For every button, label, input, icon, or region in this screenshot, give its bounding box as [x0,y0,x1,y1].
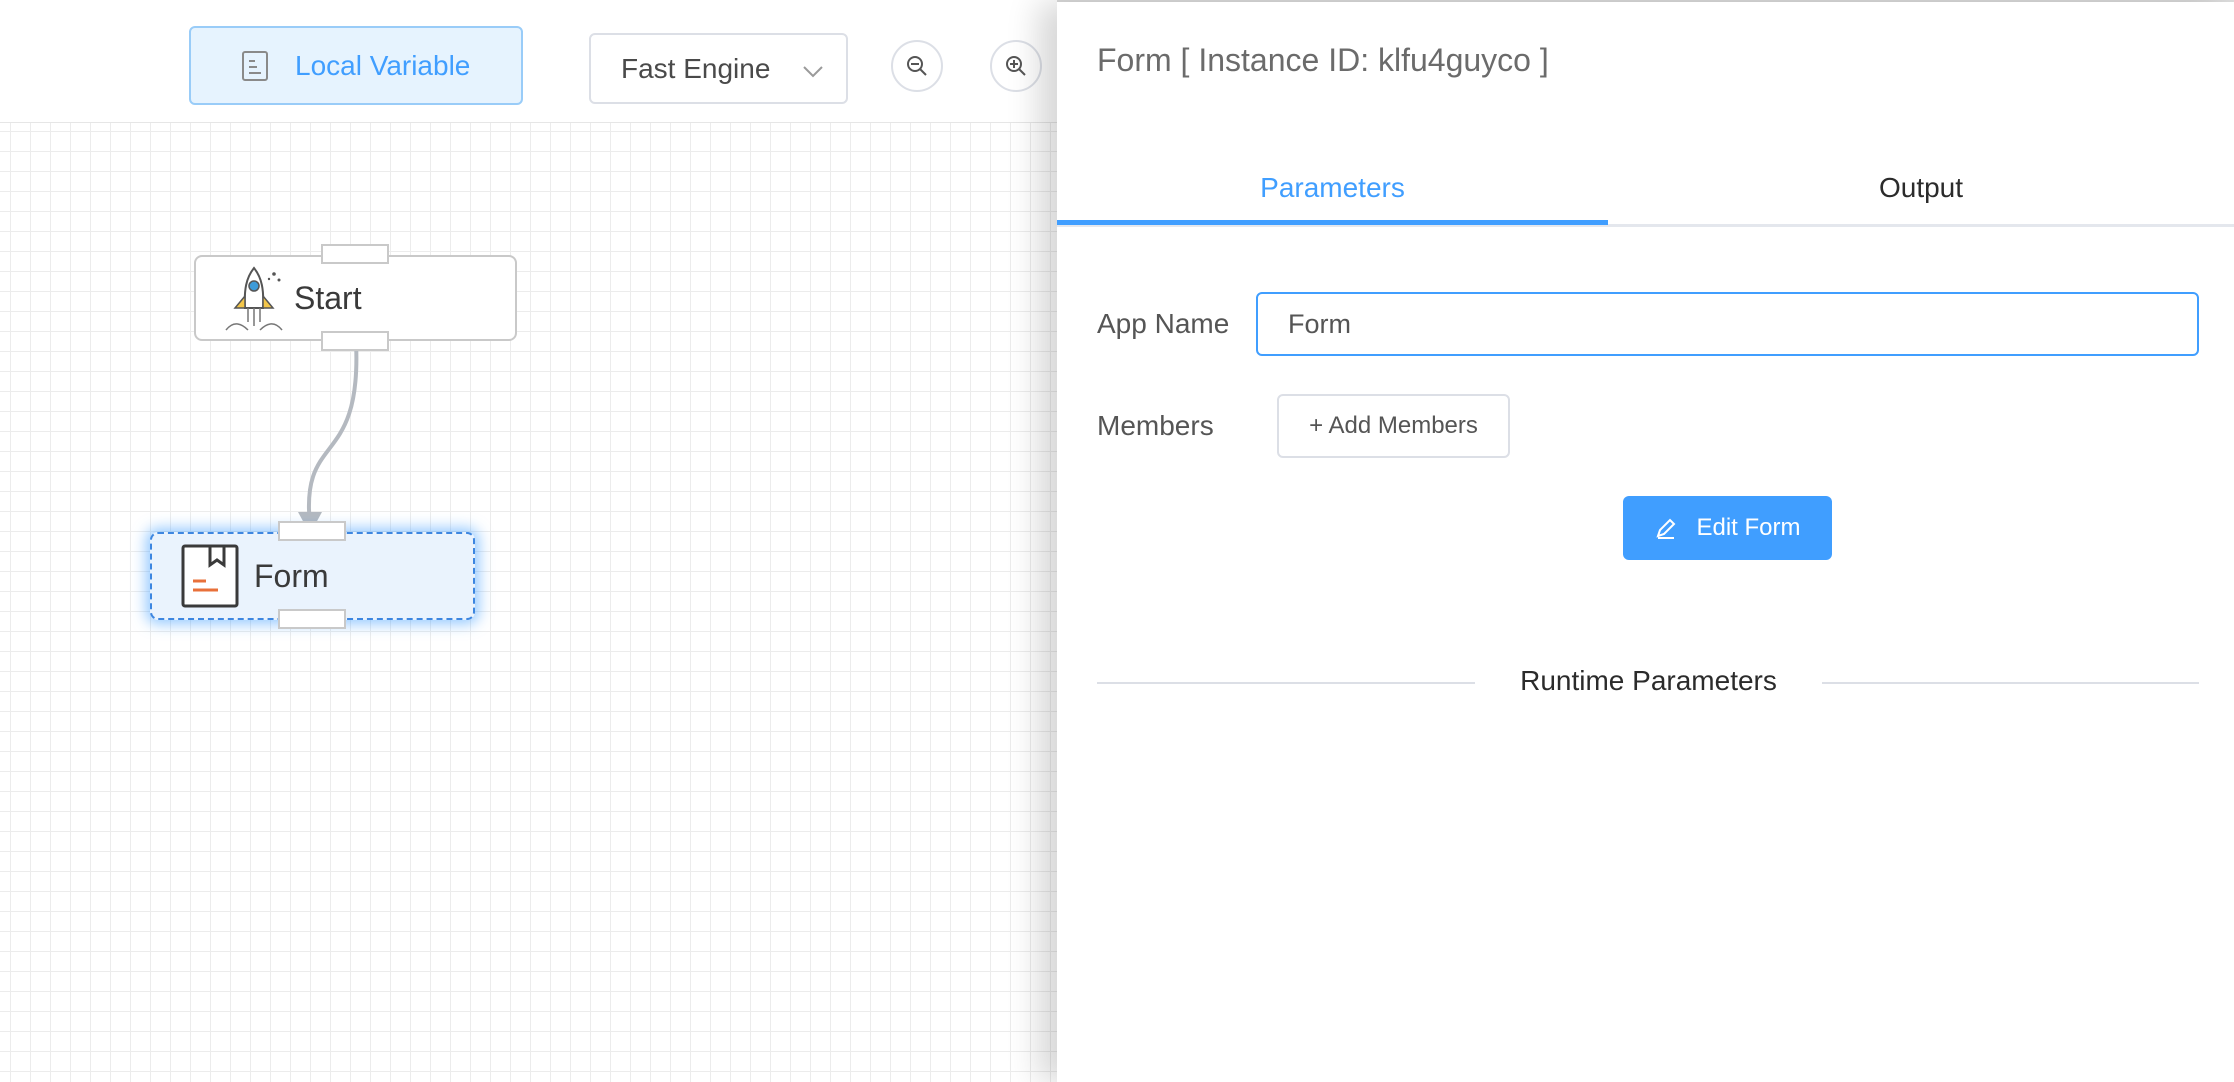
add-members-button[interactable]: + Add Members [1277,394,1510,458]
tab-parameters[interactable]: Parameters [1057,152,1608,224]
start-node-input-port[interactable] [321,244,389,264]
edit-icon [1656,518,1676,539]
panel-title: Form [ Instance ID: klfu4guyco ] [1097,42,1549,78]
flow-canvas[interactable]: Local Variable Fast Engine Start Form [0,0,1057,1082]
edit-form-button[interactable]: Edit Form [1623,496,1832,560]
rocket-icon [225,266,283,331]
form-node-output-port[interactable] [278,609,346,629]
start-node[interactable]: Start [194,255,517,341]
form-node-label: Form [254,557,329,594]
local-variable-label: Local Variable [295,49,471,81]
form-node[interactable]: Form [150,532,475,620]
start-node-label: Start [294,279,362,316]
zoom-out-button[interactable] [891,40,943,92]
zoom-out-icon [907,56,927,76]
node-settings-panel: Form [ Instance ID: klfu4guyco ] Paramet… [1057,2,2234,1082]
canvas-toolbar: Local Variable Fast Engine [0,2,1057,123]
app-name-label: App Name [1097,308,1230,339]
form-icon [181,544,239,608]
start-node-output-port[interactable] [321,331,389,351]
document-icon [242,50,268,81]
app-name-input[interactable] [1256,292,2199,356]
engine-select[interactable]: Fast Engine [589,33,848,104]
form-node-input-port[interactable] [278,521,346,541]
zoom-in-button[interactable] [990,40,1042,92]
runtime-parameters-heading: Runtime Parameters [1520,665,1777,696]
edit-form-label: Edit Form [1696,514,1801,541]
tab-output[interactable]: Output [1608,152,2234,224]
chevron-down-icon [803,65,823,77]
active-tab-indicator [1057,220,1608,225]
members-label: Members [1097,410,1214,441]
divider-right [1822,682,2199,684]
divider-left [1097,682,1475,684]
zoom-in-icon [1006,56,1026,76]
engine-select-value: Fast Engine [621,52,771,84]
panel-tabs: Parameters Output [1057,152,2234,227]
workflow-editor: Local Variable Fast Engine Start Form Fo… [0,0,2234,1082]
local-variable-button[interactable]: Local Variable [189,26,523,105]
